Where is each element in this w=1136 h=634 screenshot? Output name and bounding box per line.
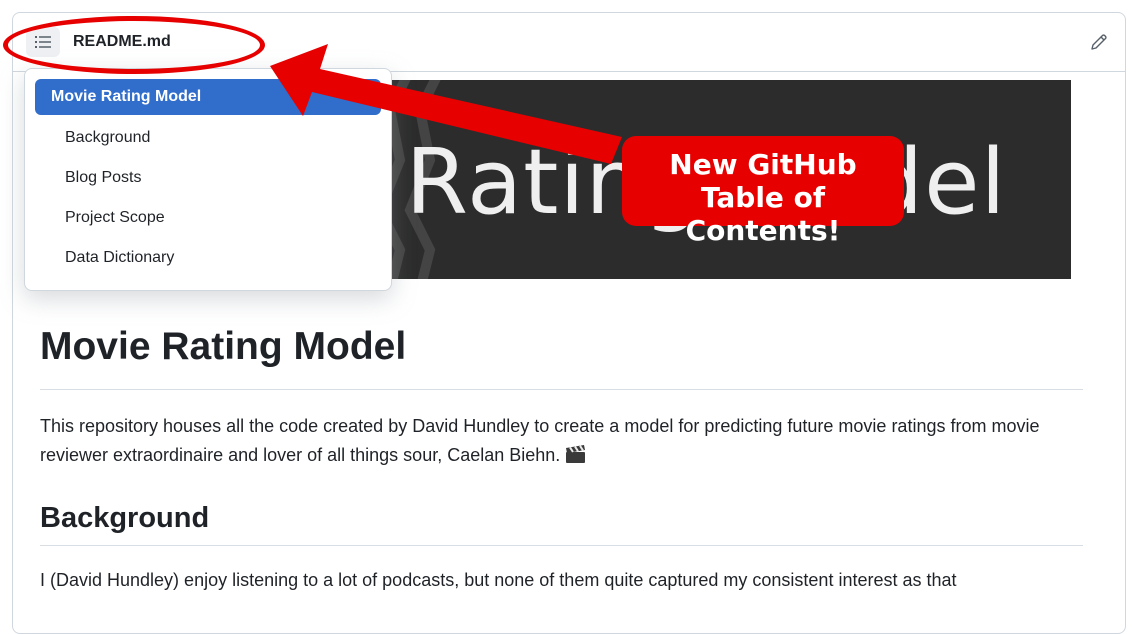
toc-item-background[interactable]: Background — [35, 121, 381, 155]
background-heading: Background — [40, 502, 210, 534]
toc-item-blog-posts[interactable]: Blog Posts — [35, 161, 381, 195]
toc-item-movie-rating-model[interactable]: Movie Rating Model — [35, 79, 381, 115]
section-divider — [40, 545, 1083, 546]
intro-text: This repository houses all the code crea… — [40, 416, 1040, 465]
toc-item-project-scope[interactable]: Project Scope — [35, 201, 381, 235]
heading-divider — [40, 389, 1083, 390]
pencil-icon — [1091, 33, 1107, 50]
clapper-board-icon — [566, 445, 586, 463]
annotation-callout: New GitHub Table of Contents! — [622, 136, 904, 247]
toc-item-data-dictionary[interactable]: Data Dictionary — [35, 241, 381, 275]
toc-dropdown: Movie Rating Model Background Blog Posts… — [24, 68, 392, 291]
readme-heading: Movie Rating Model — [40, 325, 407, 368]
background-paragraph: I (David Hundley) enjoy listening to a l… — [40, 570, 957, 590]
edit-file-button[interactable] — [1083, 29, 1111, 57]
annotation-line-2: Table of Contents! — [685, 181, 841, 247]
annotation-line-1: New GitHub — [669, 148, 857, 181]
intro-paragraph: This repository houses all the code crea… — [40, 412, 1090, 470]
highlight-ellipse — [3, 16, 265, 74]
